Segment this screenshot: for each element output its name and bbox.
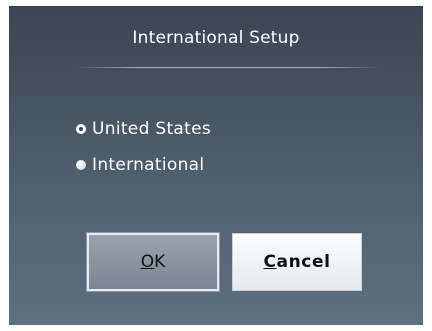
radio-united-states[interactable]: United States [76,118,211,140]
international-setup-dialog: International Setup United States Intern… [9,6,423,325]
title-divider [75,67,381,68]
ok-button[interactable]: OK [86,232,220,292]
radio-unchecked-icon [76,160,86,170]
ok-label-rest: K [154,252,166,272]
dialog-title: International Setup [132,28,300,48]
cancel-button[interactable]: Cancel [232,233,362,291]
radio-international[interactable]: International [76,154,204,176]
cancel-label-rest: ancel [276,252,331,272]
cancel-mnemonic: C [263,252,277,272]
radio-checked-icon [76,124,86,134]
radio-label-international: International [92,155,205,175]
ok-mnemonic: O [140,252,155,272]
radio-label-united-states: United States [92,119,212,139]
